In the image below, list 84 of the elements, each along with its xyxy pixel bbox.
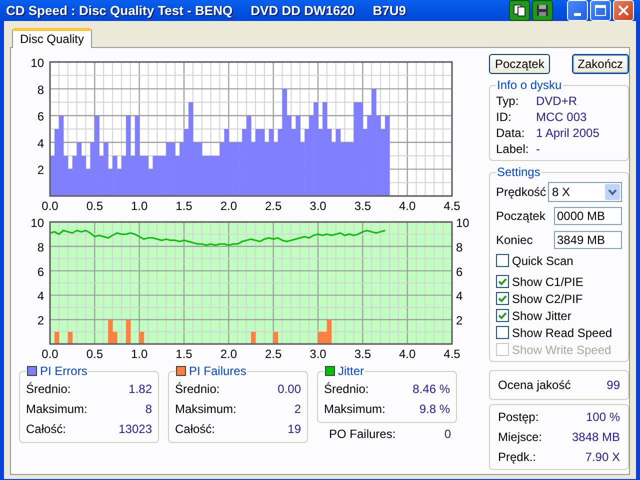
stat-value: 1.82 (128, 382, 152, 396)
checkbox-label: Show Write Speed (512, 342, 612, 356)
axis-label: 0.0 (42, 199, 58, 213)
axis-label: 8 (37, 82, 44, 97)
stat-label: PO Failures: (329, 427, 396, 441)
stat-value: 2 (294, 402, 301, 416)
axis-label: 2.5 (265, 199, 282, 213)
checkbox-label: Show C2/PIF (512, 292, 583, 306)
stat-label: Średnio: (26, 382, 71, 396)
progress-value: 7.90 X (585, 450, 620, 464)
quality-value: 99 (606, 378, 620, 392)
info-value: MCC 003 (536, 110, 587, 124)
group-title: PI Errors (40, 364, 88, 378)
checkbox-label: Quick Scan (512, 254, 574, 268)
axis-label: 2.0 (220, 199, 237, 213)
stat-value: 8.46 % (412, 382, 450, 396)
info-label: Label: (496, 142, 530, 156)
axis-label: 0.0 (42, 347, 58, 361)
stat-value: 13023 (118, 422, 152, 436)
axis-label: 2 (456, 314, 463, 328)
stat-label: Średnio: (175, 382, 220, 396)
group-title: Info o dysku (497, 78, 562, 92)
info-value: DVD+R (536, 94, 578, 108)
progress-label: Miejsce: (498, 430, 542, 444)
axis-label: 1.5 (176, 347, 192, 361)
checkbox-label: Show Jitter (512, 308, 572, 322)
group-title: Settings (497, 165, 540, 179)
stat-value: 8 (145, 402, 152, 416)
axis-label: 6 (37, 110, 44, 124)
axis-label: 4 (456, 289, 463, 304)
info-label: Data: (496, 126, 526, 140)
axis-label: 2.5 (265, 347, 282, 361)
field-label: Koniec (496, 233, 533, 247)
stat-value: 0 (444, 427, 451, 441)
axis-label: 2.0 (220, 347, 237, 361)
axis-label: 3.0 (310, 347, 326, 361)
stat-label: Maksimum: (324, 402, 386, 416)
progress-value: 3848 MB (572, 430, 620, 444)
checkbox-label: Show Read Speed (512, 326, 612, 340)
group-title: PI Failures (189, 364, 246, 378)
axis-label: 1.5 (176, 199, 192, 213)
axis-label: 3.5 (354, 347, 371, 361)
progress-value: 100 % (586, 410, 620, 424)
stat-label: Średnio: (324, 382, 369, 396)
axis-label: 2 (37, 314, 44, 328)
axis-label: 10 (30, 56, 44, 70)
axis-label: 10 (30, 216, 44, 230)
info-value: - (536, 142, 540, 156)
axis-label: 10 (456, 216, 470, 230)
progress-label: Postęp: (498, 410, 539, 424)
axis-label: 3.5 (354, 199, 371, 213)
info-label: Typ: (496, 94, 520, 108)
axis-label: 3.0 (310, 199, 326, 213)
axis-label: 4.5 (444, 347, 460, 361)
quality-label: Ocena jakość (498, 378, 571, 392)
stat-label: Maksimum: (175, 402, 236, 416)
checkbox-label: Show C1/PIE (512, 274, 584, 288)
window-title: CD Speed : Disc Quality Test - BENQ DVD DD DW1620 B7U9 (6, 3, 407, 18)
stat-label: Maksimum: (26, 402, 88, 416)
axis-label: 4 (37, 136, 44, 150)
axis-label: 4.0 (399, 347, 416, 361)
info-value: 1 April 2005 (536, 126, 600, 140)
axis-label: 8 (37, 240, 44, 254)
axis-label: 1.0 (131, 347, 148, 361)
axis-label: 4 (37, 289, 44, 304)
axis-label: 0.5 (86, 347, 103, 361)
info-label: ID: (496, 110, 512, 124)
axis-label: 0.5 (86, 199, 103, 213)
stat-label: Całość: (175, 422, 216, 436)
axis-label: 2 (37, 163, 44, 178)
axis-label: 8 (456, 240, 463, 254)
stat-value: 9.8 % (419, 402, 450, 416)
group-title: Jitter (338, 364, 364, 378)
axis-label: 4.0 (399, 199, 416, 213)
field-label: Początek (496, 209, 546, 223)
stat-value: 19 (288, 422, 301, 436)
progress-label: Prędk.: (498, 450, 536, 464)
axis-label: 6 (37, 264, 44, 279)
stat-label: Całość: (26, 422, 66, 436)
axis-label: 6 (456, 264, 463, 279)
axis-label: 4.5 (444, 199, 460, 213)
stat-value: 0.00 (278, 382, 301, 396)
field-label: Prędkość (496, 185, 546, 199)
axis-label: 1.0 (131, 199, 148, 213)
